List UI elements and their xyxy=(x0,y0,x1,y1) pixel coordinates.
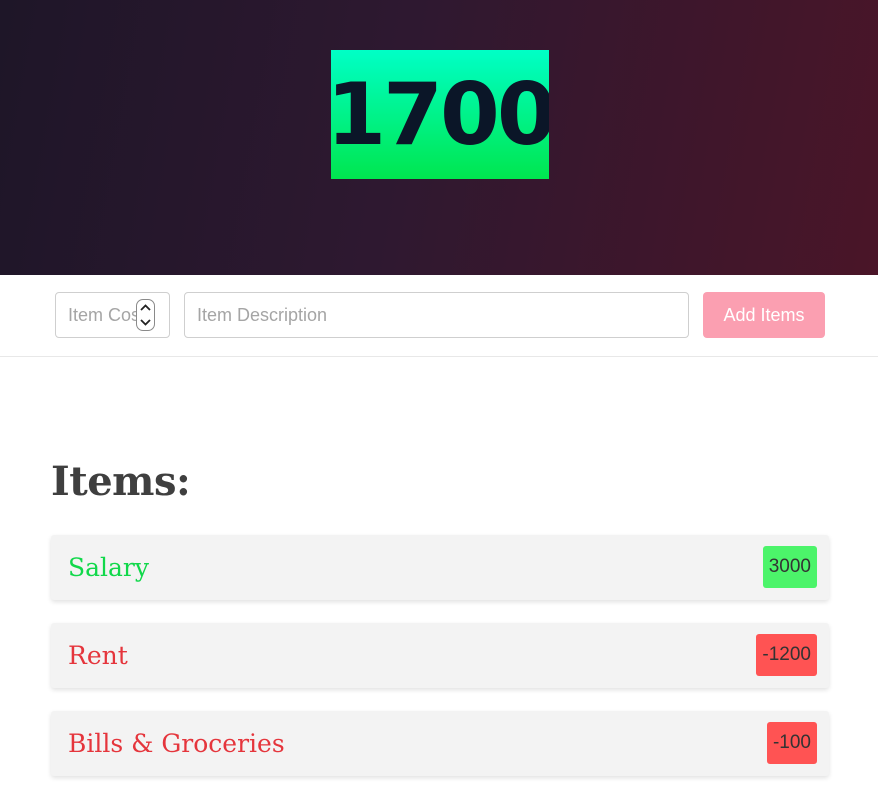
chevron-up-icon[interactable] xyxy=(140,304,151,311)
add-item-form: Add Items xyxy=(0,275,878,357)
item-list: Salary 3000 Rent -1200 Bills & Groceries… xyxy=(51,535,829,799)
add-items-button[interactable]: Add Items xyxy=(703,292,825,338)
item-amount-badge: -1200 xyxy=(756,634,817,676)
list-item[interactable]: Salary 3000 xyxy=(51,535,829,600)
number-spinner[interactable] xyxy=(136,299,155,331)
item-cost-field[interactable] xyxy=(55,292,170,338)
item-description-input[interactable] xyxy=(184,292,689,338)
list-item[interactable]: Bills & Groceries -100 xyxy=(51,711,829,776)
items-heading: Items: xyxy=(51,458,191,505)
item-amount-badge: -100 xyxy=(766,722,817,764)
list-item[interactable]: Rent -1200 xyxy=(51,623,829,688)
item-description: Salary xyxy=(68,553,150,582)
item-amount-badge: 3000 xyxy=(762,546,817,588)
item-description: Rent xyxy=(68,641,128,670)
item-cost-input[interactable] xyxy=(56,293,138,337)
item-description: Bills & Groceries xyxy=(68,729,285,758)
chevron-down-icon[interactable] xyxy=(140,319,151,326)
header-banner: 1700 xyxy=(0,0,878,275)
balance-display: 1700 xyxy=(331,50,549,179)
